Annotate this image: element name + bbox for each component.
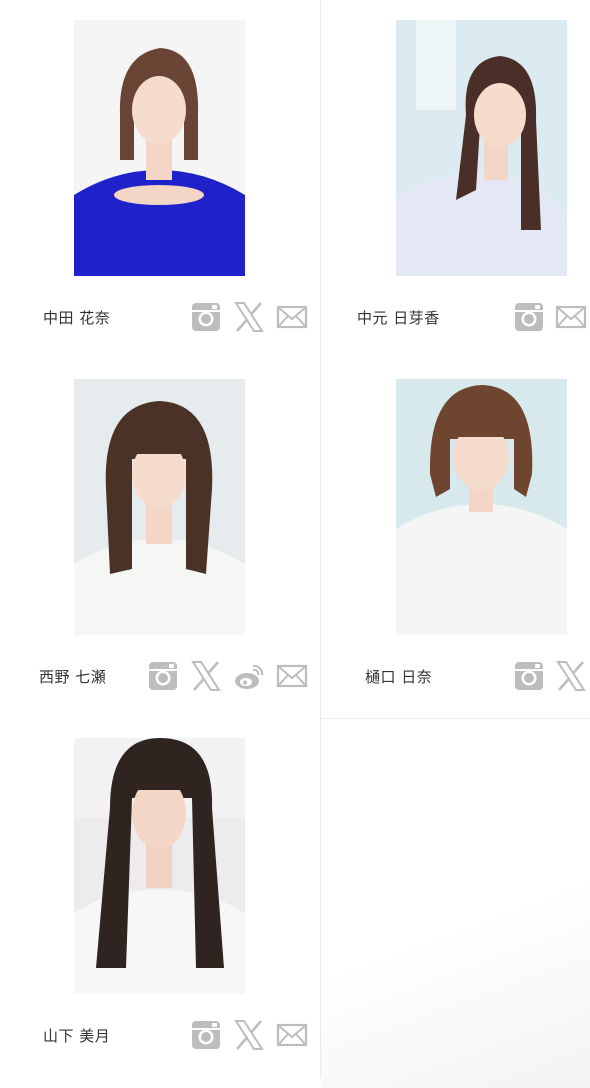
x-icon[interactable]	[555, 660, 587, 692]
mail-icon[interactable]	[555, 301, 587, 333]
instagram-icon[interactable]	[190, 301, 222, 333]
instagram-icon[interactable]	[513, 660, 545, 692]
instagram-icon[interactable]	[513, 301, 545, 333]
member-grid: 中田 花奈 中元 日芽香 西野 七瀬 樋口 日奈 山下 美月	[0, 0, 590, 1088]
weibo-icon[interactable]	[233, 660, 265, 692]
member-photo[interactable]	[74, 20, 245, 276]
member-photo[interactable]	[396, 20, 567, 276]
member-card: 中元 日芽香	[321, 0, 590, 359]
member-name: 山下 美月	[43, 1027, 111, 1045]
member-photo[interactable]	[74, 379, 245, 635]
member-card: 中田 花奈	[0, 0, 320, 359]
member-card: 樋口 日奈	[321, 359, 590, 718]
x-icon[interactable]	[233, 1019, 265, 1051]
member-name: 中元 日芽香	[357, 309, 440, 327]
x-icon[interactable]	[233, 301, 265, 333]
instagram-icon[interactable]	[190, 1019, 222, 1051]
empty-grid-cell	[321, 719, 590, 1088]
mail-icon[interactable]	[276, 1019, 308, 1051]
member-name: 西野 七瀬	[39, 668, 107, 686]
member-card: 西野 七瀬	[0, 359, 320, 718]
mail-icon[interactable]	[276, 301, 308, 333]
member-card: 山下 美月	[0, 718, 320, 1078]
mail-icon[interactable]	[276, 660, 308, 692]
member-photo[interactable]	[396, 379, 567, 635]
x-icon[interactable]	[190, 660, 222, 692]
member-name: 樋口 日奈	[365, 668, 433, 686]
instagram-icon[interactable]	[147, 660, 179, 692]
member-name: 中田 花奈	[43, 309, 111, 327]
member-photo[interactable]	[74, 738, 245, 994]
